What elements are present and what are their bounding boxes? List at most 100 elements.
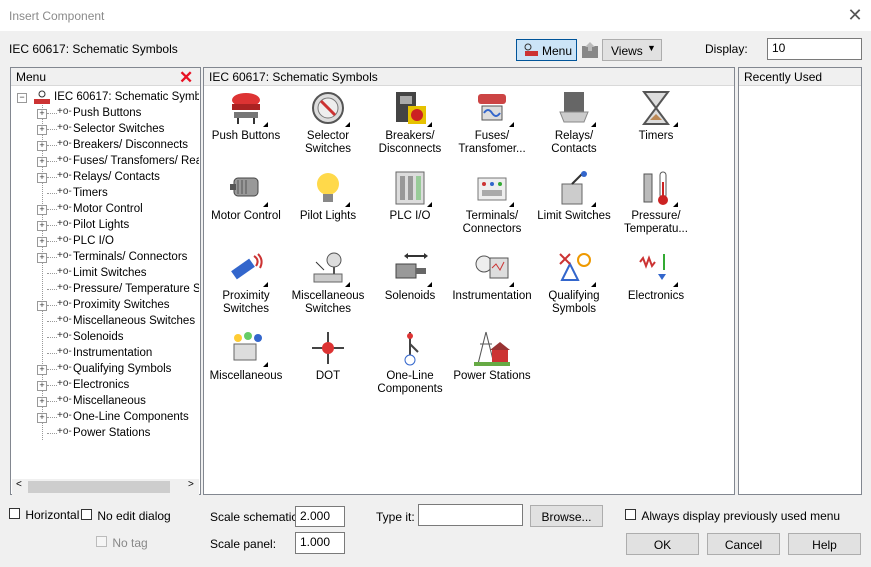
caption-line-1: Selector [306, 130, 350, 142]
tree-item[interactable]: + +o- Qualifying Symbols [11, 362, 199, 378]
tree-item[interactable]: + +o- Selector Switches [11, 122, 199, 138]
checkbox-box[interactable] [625, 509, 636, 520]
symbol-tile[interactable]: Miscellaneous [206, 330, 286, 408]
symbol-tile[interactable]: Push Buttons [206, 90, 286, 168]
symbol-tile[interactable]: One-Line Components [370, 330, 450, 408]
symbol-tile[interactable]: Limit Switches [534, 170, 614, 248]
caption-line-1: Solenoids [384, 290, 436, 302]
folder-up-icon[interactable] [581, 40, 600, 60]
expand-icon[interactable]: + [37, 141, 47, 151]
symbol-tile[interactable]: Electronics [616, 250, 696, 328]
submenu-indicator-icon [673, 122, 678, 127]
symbol-tile[interactable]: Selector Switches [288, 90, 368, 168]
expand-icon[interactable]: + [37, 253, 47, 263]
tree-item[interactable]: + +o- Fuses/ Transfomers/ Reac [11, 154, 199, 170]
expand-icon[interactable]: + [37, 365, 47, 375]
expand-icon[interactable]: + [37, 205, 47, 215]
symbol-tile[interactable]: Terminals/Connectors [452, 170, 532, 248]
tree-item[interactable]: + +o- Electronics [11, 378, 199, 394]
expand-icon[interactable]: + [37, 221, 47, 231]
tree-item[interactable]: +o- Pressure/ Temperature Sw [11, 282, 199, 298]
power-station-icon [474, 330, 510, 366]
tree-item[interactable]: + +o- PLC I/O [11, 234, 199, 250]
close-menu-icon[interactable]: ✕ [179, 69, 193, 86]
expand-icon[interactable]: + [37, 413, 47, 423]
tree-item[interactable]: +o- Instrumentation [11, 346, 199, 362]
checkbox-box[interactable] [81, 509, 92, 520]
tree-item[interactable]: +o- Power Stations [11, 426, 199, 442]
tree-connector [47, 385, 57, 386]
horizontal-checkbox[interactable]: Horizontal [9, 508, 79, 522]
tree-item[interactable]: + +o- Relays/ Contacts [11, 170, 199, 186]
scrollbar-thumb[interactable] [28, 481, 170, 493]
expand-icon[interactable]: + [37, 237, 47, 247]
tree-item[interactable]: + +o- Terminals/ Connectors [11, 250, 199, 266]
no-tag-checkbox[interactable]: No tag [96, 536, 148, 550]
symbol-caption: Instrumentation [452, 290, 532, 303]
tree-root[interactable]: − IEC 60617: Schematic Symbols [11, 90, 199, 106]
scale-panel-input[interactable]: 1.000 [295, 532, 345, 554]
expand-icon[interactable]: + [37, 301, 47, 311]
contact-symbol-icon: +o- [57, 298, 72, 309]
symbol-tile[interactable]: Relays/Contacts [534, 90, 614, 168]
tree-item[interactable]: +o- Timers [11, 186, 199, 202]
expand-icon[interactable]: + [37, 381, 47, 391]
collapse-icon[interactable]: − [17, 93, 27, 103]
tree-item[interactable]: + +o- Breakers/ Disconnects [11, 138, 199, 154]
tree-item[interactable]: +o- Solenoids [11, 330, 199, 346]
symbol-tile[interactable]: Pilot Lights [288, 170, 368, 248]
checkbox-box[interactable] [96, 536, 107, 547]
expand-icon[interactable]: + [37, 125, 47, 135]
selector-switch-icon [310, 90, 346, 126]
display-input[interactable]: 10 [767, 38, 862, 60]
checkbox-box[interactable] [9, 508, 20, 519]
horizontal-label: Horizontal [25, 508, 80, 522]
views-dropdown[interactable]: Views ▼ [602, 39, 662, 61]
tree-item[interactable]: + +o- Pilot Lights [11, 218, 199, 234]
close-icon[interactable]: ✕ [846, 6, 864, 24]
submenu-indicator-icon [427, 282, 432, 287]
no-edit-dialog-checkbox[interactable]: No edit dialog [81, 509, 171, 523]
symbol-tile[interactable]: Power Stations [452, 330, 532, 408]
horizontal-scrollbar[interactable]: < > [12, 479, 199, 495]
symbol-tile[interactable]: Solenoids [370, 250, 450, 328]
tree-item[interactable]: + +o- Miscellaneous [11, 394, 199, 410]
tree-item[interactable]: + +o- Proximity Switches [11, 298, 199, 314]
symbol-tile[interactable]: Fuses/Transfomer... [452, 90, 532, 168]
fuse-icon [474, 90, 510, 126]
tree-item[interactable]: + +o- Motor Control [11, 202, 199, 218]
ok-button[interactable]: OK [626, 533, 699, 555]
expand-icon[interactable]: + [37, 397, 47, 407]
scroll-right-icon[interactable]: > [188, 479, 194, 490]
tree-item[interactable]: +o- Miscellaneous Switches [11, 314, 199, 330]
help-button[interactable]: Help [788, 533, 861, 555]
type-it-input[interactable] [418, 504, 523, 526]
symbol-caption: Timers [616, 130, 696, 143]
menu-button[interactable]: Menu [516, 39, 577, 61]
symbol-tile[interactable]: PLC I/O [370, 170, 450, 248]
browse-button[interactable]: Browse... [530, 505, 603, 527]
scale-schematic-input[interactable]: 2.000 [295, 506, 345, 527]
tree-item[interactable]: +o- Limit Switches [11, 266, 199, 282]
always-display-checkbox[interactable]: Always display previously used menu [625, 509, 840, 523]
symbol-tile[interactable]: Timers [616, 90, 696, 168]
expand-icon[interactable]: + [37, 173, 47, 183]
symbol-tile[interactable]: Motor Control [206, 170, 286, 248]
cancel-button[interactable]: Cancel [707, 533, 780, 555]
symbol-tile[interactable]: Breakers/Disconnects [370, 90, 450, 168]
tree-item[interactable]: + +o- One-Line Components [11, 410, 199, 426]
symbol-tile[interactable]: Instrumentation [452, 250, 532, 328]
scroll-left-icon[interactable]: < [16, 479, 22, 490]
symbol-tile[interactable]: DOT [288, 330, 368, 408]
tree-item[interactable]: + +o- Push Buttons [11, 106, 199, 122]
symbol-tile[interactable]: Pressure/Temperatu... [616, 170, 696, 248]
expand-icon[interactable]: + [37, 109, 47, 119]
symbol-tile[interactable]: Qualifying Symbols [534, 250, 614, 328]
expand-icon[interactable]: + [37, 157, 47, 167]
tree-item-label: One-Line Components [73, 411, 189, 423]
symbol-tile[interactable]: Proximity Switches [206, 250, 286, 328]
symbol-caption: Terminals/Connectors [452, 210, 532, 236]
symbol-tile[interactable]: Miscellaneous Switches [288, 250, 368, 328]
tree-connector [47, 225, 57, 226]
tree-item-label: Proximity Switches [73, 299, 170, 311]
